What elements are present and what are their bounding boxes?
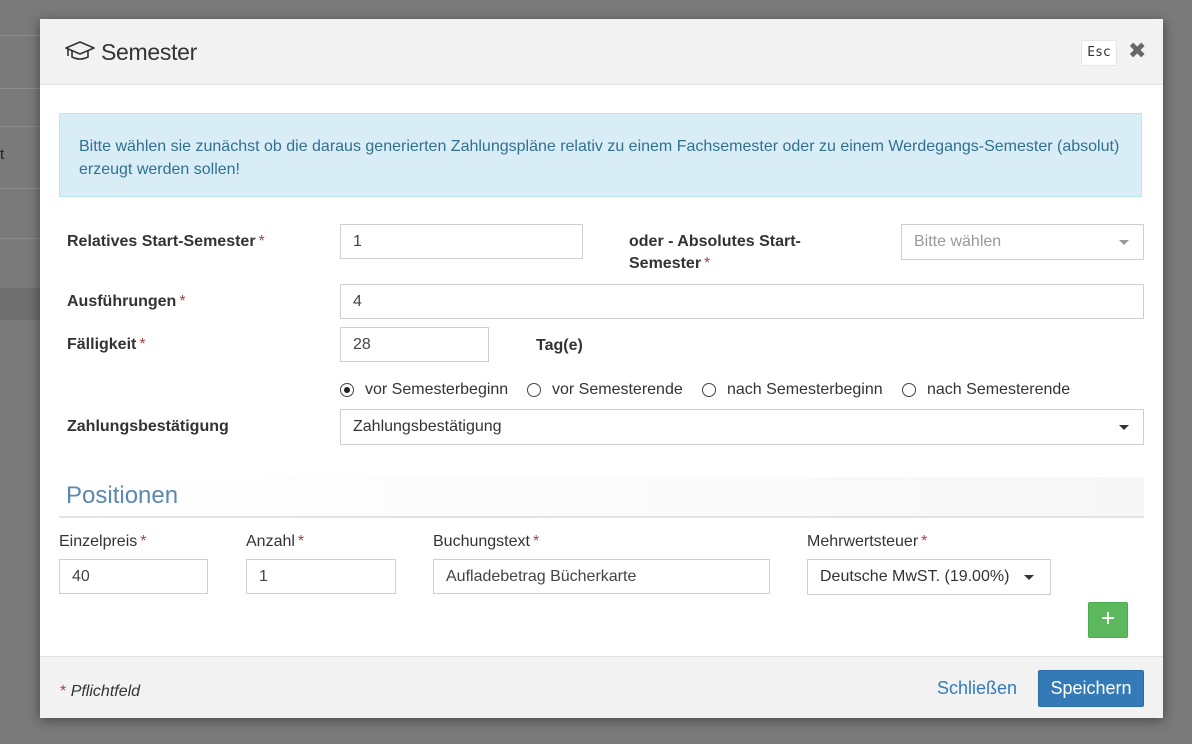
background-divider: [0, 126, 40, 127]
modal-header: Semester Esc ✖: [40, 19, 1163, 85]
radio-checked-icon: [340, 383, 354, 397]
relative-start-label: Relatives Start-Semester *: [67, 233, 265, 250]
required-marker: *: [140, 533, 147, 550]
radio-unchecked-icon: [702, 383, 716, 397]
chevron-down-icon: [1024, 575, 1034, 580]
required-marker: *: [139, 336, 146, 353]
modal-footer: * Pflichtfeld Schließen Speichern: [40, 656, 1163, 718]
required-marker: *: [532, 533, 540, 550]
due-unit-label: Tag(e): [536, 337, 583, 354]
absolute-start-label: oder - Absolutes Start- Semester *: [629, 233, 801, 272]
quantity-input[interactable]: [246, 559, 396, 594]
payment-confirmation-select[interactable]: Zahlungsbestätigung: [340, 409, 1144, 445]
vat-select[interactable]: Deutsche MwST. (19.00%): [807, 559, 1051, 595]
quantity-label: Anzahl *: [246, 533, 305, 550]
esc-key-hint: Esc: [1081, 40, 1117, 66]
semester-modal: Semester Esc ✖ Bitte wählen sie zunächst…: [40, 19, 1163, 718]
required-marker: *: [297, 533, 305, 550]
absolute-start-select[interactable]: Bitte wählen: [901, 224, 1144, 260]
add-position-button[interactable]: +: [1088, 602, 1128, 638]
vat-label: Mehrwertsteuer *: [807, 533, 928, 550]
payment-confirmation-label: Zahlungsbestätigung: [67, 418, 229, 435]
positions-section-header: [59, 477, 1144, 518]
required-marker: *: [921, 533, 928, 550]
graduation-cap-icon: [65, 41, 95, 60]
unit-price-label: Einzelpreis *: [59, 533, 147, 550]
unit-price-input[interactable]: [59, 559, 208, 594]
radio-unchecked-icon: [902, 383, 916, 397]
due-days-input[interactable]: [340, 327, 489, 362]
close-icon[interactable]: ✖: [1128, 38, 1146, 64]
chevron-down-icon: [1119, 425, 1129, 430]
chevron-down-icon: [1119, 240, 1129, 245]
background-text: t: [0, 146, 5, 163]
required-marker: *: [258, 233, 265, 250]
executions-input[interactable]: [340, 284, 1144, 319]
positions-title: Positionen: [66, 482, 179, 509]
modal-title: Semester: [101, 39, 198, 65]
background-divider: [0, 188, 40, 189]
background-divider: [0, 35, 40, 36]
close-button[interactable]: Schließen: [937, 678, 1017, 699]
save-button[interactable]: Speichern: [1038, 670, 1144, 707]
required-marker: *: [704, 255, 711, 272]
executions-label: Ausführungen *: [67, 293, 186, 310]
required-field-note: * Pflichtfeld: [60, 683, 141, 700]
required-marker: *: [179, 293, 186, 310]
due-label: Fälligkeit *: [67, 336, 146, 353]
booking-text-input[interactable]: [433, 559, 770, 594]
relative-start-input[interactable]: [340, 224, 583, 259]
booking-text-label: Buchungstext *: [433, 533, 540, 550]
background-divider: [0, 88, 40, 89]
info-alert: Bitte wählen sie zunächst ob die daraus …: [59, 113, 1142, 197]
radio-unchecked-icon: [527, 383, 541, 397]
background-divider: [0, 238, 40, 239]
background-row: [0, 288, 40, 320]
